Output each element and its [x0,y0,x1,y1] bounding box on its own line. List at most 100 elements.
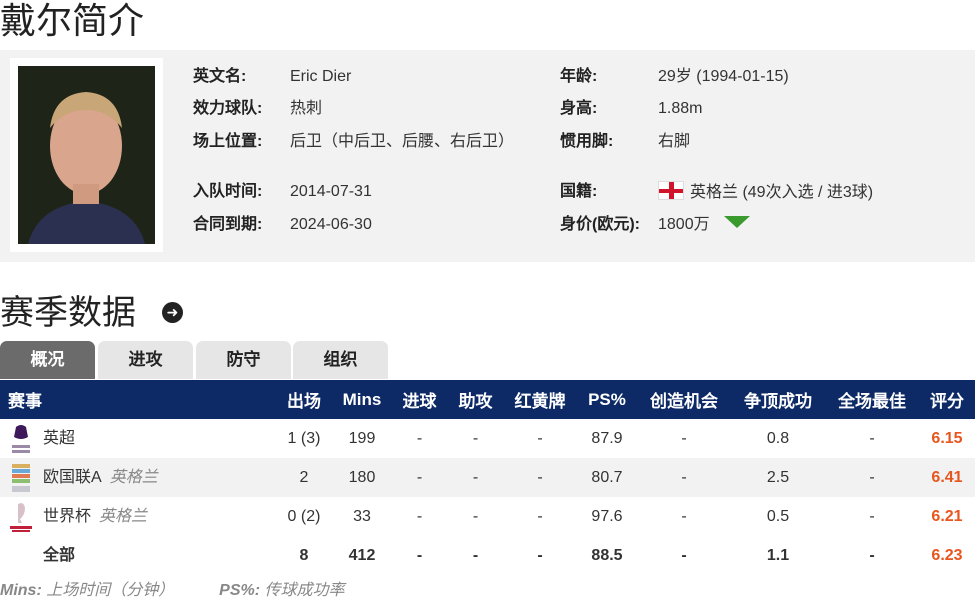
footnote: Mins: 上场时间（分钟） PS%: 传球成功率 [0,580,345,602]
table-cell: - [391,458,448,497]
profile-value: 2024-06-30 [290,214,515,236]
column-header[interactable]: 红黄牌 [503,380,577,419]
column-header[interactable]: Mins [333,380,391,419]
table-cell: 6.41 [919,458,975,497]
profile-value-text: 1800万 [658,216,710,233]
profile-value-text: 1.88m [658,100,703,117]
table-cell: - [448,458,503,497]
column-header[interactable]: 出场 [275,380,333,419]
england-flag-icon [658,181,684,200]
column-header[interactable]: 争顶成功 [731,380,825,419]
table-cell: 8 [299,546,309,564]
profile-label: 国籍: [560,183,598,200]
tab-defense[interactable]: 防守 [196,341,291,379]
competition-name: 英超 [43,429,76,447]
table-cell: - [869,507,875,525]
column-header[interactable]: 评分 [919,380,975,419]
table-cell: 80.7 [577,458,637,497]
profile-value-text: 29岁 (1994-01-15) [658,68,789,85]
note-text: 传球成功率 [264,582,345,599]
profile-label: 场上位置: [193,133,263,150]
competition-name: 全部 [43,546,76,564]
table-row[interactable]: 欧国联A 英格兰 2 180- - -80.7-2.5-6.41 [0,458,975,497]
note-key: PS%: [219,582,261,599]
table-cell: - [472,546,479,564]
competition-name: 世界杯 [43,507,92,525]
profile-label: 年龄: [560,68,598,85]
table-cell: 6.23 [931,546,963,564]
profile-value: 右脚 [658,131,968,153]
nations-league-logo [8,462,34,494]
player-photo [10,58,163,252]
tab-organize[interactable]: 组织 [293,341,388,379]
table-cell: 97.6 [591,507,623,525]
competition-cell[interactable]: 世界杯 英格兰 [0,497,275,536]
team-name: 英格兰 [109,468,158,486]
table-cell: - [537,429,543,447]
profile-value-text: 后卫（中后卫、后腰、右后卫） [290,133,515,150]
table-cell: 1.1 [766,546,790,564]
section-title: 赛季数据 [0,294,136,332]
table-cell: - [472,507,479,525]
competition-cell[interactable]: 欧国联A 英格兰 [0,458,275,497]
column-header[interactable]: PS% [577,380,637,419]
table-cell: 87.9 [591,429,623,447]
profile-value: 后卫（中后卫、后腰、右后卫） [290,131,515,153]
world-cup-logo [8,501,34,533]
profile-value-text: Eric Dier [290,68,352,85]
table-cell: 2.5 [731,458,825,497]
table-cell: 0.8 [766,429,790,447]
table-cell: - [416,429,423,447]
column-header[interactable]: 助攻 [448,380,503,419]
table-cell: - [503,458,577,497]
note-text: 上场时间（分钟） [46,582,175,599]
table-cell: 88.5 [591,546,623,564]
table-cell: - [681,546,687,564]
table-cell: - [869,429,875,447]
table-row[interactable]: 世界杯 英格兰 0 (2) 33 - - - 97.6 - 0.5 - 6.21 [0,497,975,536]
table-cell: 0 (2) [287,507,321,525]
profile-label: 身高: [560,100,598,117]
table-cell: 199 [348,429,376,447]
page-title: 戴尔简介 [0,0,145,41]
profile-label: 合同到期: [193,216,263,233]
table-cell: 6.21 [931,507,963,525]
total-row: 全部 8 412 - - - 88.5 - 1.1 - 6.23 [0,536,975,575]
tab-attack[interactable]: 进攻 [98,341,193,379]
table-cell: 1 (3) [287,429,321,447]
column-header[interactable]: 赛事 [0,380,275,419]
table-cell: - [825,458,919,497]
profile-value: 1800万 [658,214,968,236]
tab-overview[interactable]: 概况 [0,341,95,379]
profile-label: 英文名: [193,68,247,85]
table-cell: - [681,507,687,525]
stats-table: 赛事 出场 Mins 进球 助攻 红黄牌 PS% 创造机会 争顶成功 全场最佳 评分 英超 1 (3)… [0,380,975,575]
table-cell: 0.5 [766,507,790,525]
profile-value-text: 2014-07-31 [290,183,372,200]
table-cell: - [416,546,423,564]
table-cell: - [869,546,875,564]
profile-label: 身价(欧元): [560,216,640,233]
profile-value: Eric Dier [290,66,515,88]
column-header[interactable]: 全场最佳 [825,380,919,419]
profile-value: 29岁 (1994-01-15) [658,66,968,88]
profile-value-text: 2024-06-30 [290,216,372,233]
profile-panel: 英文名: Eric Dier 效力球队: 热刺 场上位置: 后卫（中后卫、后腰、右后卫） 入… [0,50,975,262]
column-header[interactable]: 创造机会 [637,380,731,419]
arrow-right-circle-icon[interactable]: ➜ [162,302,183,323]
competition-cell: 全部 [0,536,275,575]
competition-cell[interactable]: 英超 [0,419,275,458]
profile-value: 热刺 [290,98,515,120]
profile-value-text: 热刺 [290,100,323,117]
table-row[interactable]: 英超 1 (3) 199 - - - 87.9 - 0.8 - 6.15 [0,419,975,458]
team-name: 英格兰 [99,507,148,525]
table-cell: - [537,546,543,564]
column-header[interactable]: 进球 [391,380,448,419]
note-key: Mins: [0,582,42,599]
table-cell: - [681,429,687,447]
profile-value: 1.88m [658,98,968,120]
table-cell: - [416,507,423,525]
profile-label: 惯用脚: [560,133,614,150]
table-cell: 33 [353,507,371,525]
